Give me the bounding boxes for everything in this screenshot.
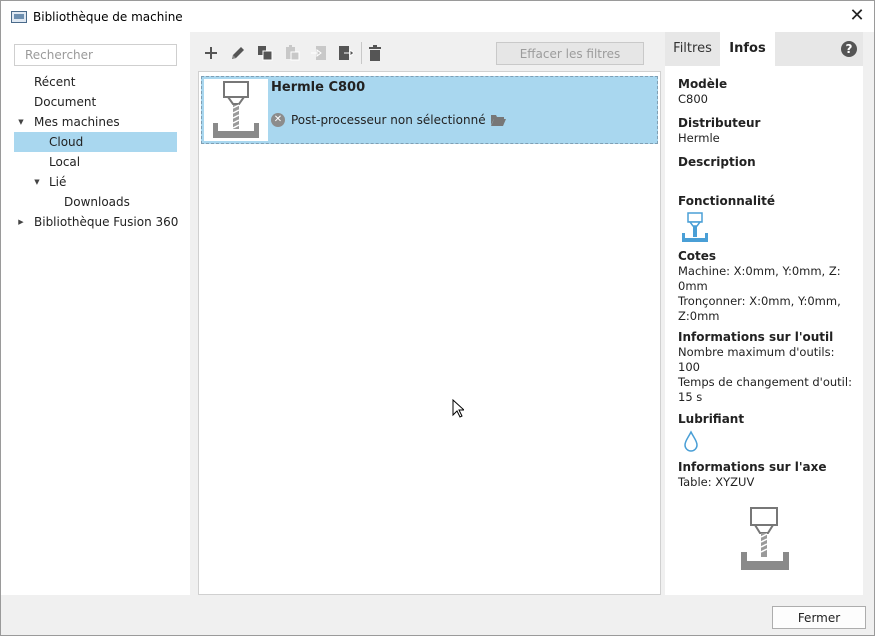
tree-item-fusion-library[interactable]: ▶ Bibliothèque Fusion 360 <box>14 212 179 232</box>
functionality-heading: Fonctionnalité <box>678 194 775 208</box>
tree-item-downloads[interactable]: Downloads <box>14 192 177 212</box>
library-tree: Récent Document ▼ Mes machines Cloud Loc… <box>14 72 179 232</box>
details-pane: Filtres Infos ? Modèle C800 Distributeur… <box>665 32 863 595</box>
expand-arrow-icon[interactable]: ▼ <box>16 112 26 132</box>
model-heading: Modèle <box>678 77 728 91</box>
folder-open-icon[interactable] <box>490 114 506 126</box>
dimensions-cutoff: Tronçonner: X:0mm, Y:0mm, Z:0mm <box>678 294 841 323</box>
tool-max-count: Nombre maximum d'outils: 100 <box>678 345 835 374</box>
tree-item-label: Cloud <box>49 135 84 149</box>
distributor-heading: Distributeur <box>678 116 761 130</box>
machine-info: Modèle C800 Distributeur Hermle Descript… <box>678 76 858 575</box>
toolbar-separator <box>361 42 362 64</box>
distributor-value: Hermle <box>678 131 720 145</box>
machine-list: Hermle C800 ✕ Post-processeur non sélect… <box>198 71 661 595</box>
tree-item-label: Downloads <box>64 195 130 209</box>
trash-icon[interactable] <box>365 43 385 63</box>
tree-item-cloud[interactable]: Cloud <box>14 132 177 152</box>
milling-machine-icon <box>213 81 259 138</box>
tree-item-label: Mes machines <box>34 115 120 129</box>
tree-item-document[interactable]: Document <box>14 92 177 112</box>
mouse-cursor-icon <box>452 399 464 418</box>
model-value: C800 <box>678 92 708 106</box>
machine-list-pane: Effacer les filtres Hermle C800 ✕ Post-p… <box>190 32 663 595</box>
tree-item-label: Bibliothèque Fusion 360 <box>34 215 179 229</box>
details-tabs: Filtres Infos ? <box>665 32 863 66</box>
duplicate-icon[interactable] <box>255 43 275 63</box>
library-tree-pane: Récent Document ▼ Mes machines Cloud Loc… <box>1 32 190 595</box>
help-icon[interactable]: ? <box>841 41 857 57</box>
coolant-heading: Lubrifiant <box>678 412 745 426</box>
search-input[interactable] <box>14 44 177 66</box>
expand-arrow-icon[interactable]: ▼ <box>32 172 42 192</box>
post-processor-label: Post-processeur non sélectionné <box>291 113 486 127</box>
paste-icon <box>282 43 302 63</box>
tree-item-my-machines[interactable]: ▼ Mes machines <box>14 112 177 132</box>
tree-item-label: Lié <box>49 175 67 189</box>
machine-preview-icon <box>741 507 789 570</box>
tree-item-recent[interactable]: Récent <box>14 72 177 92</box>
tool-info-heading: Informations sur l'outil <box>678 330 834 344</box>
collapsed-arrow-icon[interactable]: ▶ <box>16 212 26 232</box>
machine-library-app-icon <box>11 10 27 23</box>
machine-list-item[interactable]: Hermle C800 ✕ Post-processeur non sélect… <box>201 76 658 144</box>
tool-change-time: Temps de changement d'outil: 15 s <box>678 375 852 404</box>
import-icon <box>309 43 329 63</box>
pencil-icon[interactable] <box>228 43 248 63</box>
title-bar: Bibliothèque de machine ✕ <box>1 1 874 32</box>
plus-icon[interactable] <box>201 43 221 63</box>
axis-info-heading: Informations sur l'axe <box>678 460 827 474</box>
machine-thumbnail <box>204 79 268 141</box>
tree-item-label: Récent <box>34 75 76 89</box>
tree-item-label: Document <box>34 95 97 109</box>
machine-library-window: Bibliothèque de machine ✕ Récent Documen… <box>0 0 875 636</box>
close-icon[interactable]: ✕ <box>848 7 866 25</box>
dimensions-heading: Cotes <box>678 249 717 263</box>
post-processor-status: ✕ Post-processeur non sélectionné <box>271 113 506 127</box>
coolant-drop-icon <box>684 430 698 452</box>
export-icon[interactable] <box>336 43 356 63</box>
milling-functionality-icon <box>682 212 708 242</box>
description-heading: Description <box>678 155 756 169</box>
axis-value: Table: XYZUV <box>678 475 755 489</box>
tree-item-local[interactable]: Local <box>14 152 177 172</box>
tree-item-linked[interactable]: ▼ Lié <box>14 172 177 192</box>
tree-item-label: Local <box>49 155 81 169</box>
dimensions-machine: Machine: X:0mm, Y:0mm, Z: 0mm <box>678 264 841 293</box>
machine-name: Hermle C800 <box>271 80 366 95</box>
tab-info[interactable]: Infos <box>720 32 775 66</box>
clear-filters-button: Effacer les filtres <box>496 42 644 65</box>
tab-filters[interactable]: Filtres <box>665 32 720 66</box>
close-button[interactable]: Fermer <box>772 606 866 629</box>
window-title: Bibliothèque de machine <box>33 9 183 24</box>
error-circle-icon: ✕ <box>271 113 285 127</box>
